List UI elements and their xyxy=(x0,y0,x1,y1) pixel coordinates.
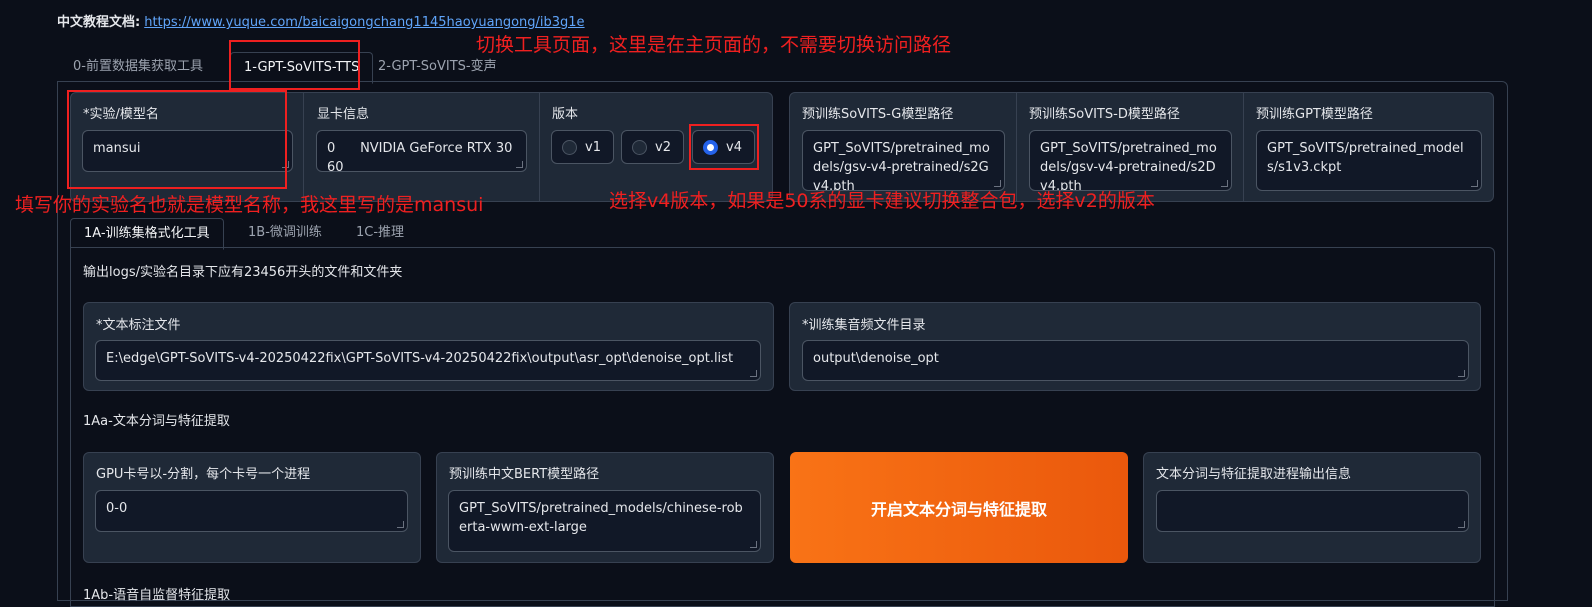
bert-path-label: 预训练中文BERT模型路径 xyxy=(449,467,600,482)
output-info-label: 文本分词与特征提取进程输出信息 xyxy=(1156,467,1352,482)
version-option-label: v2 xyxy=(655,139,671,155)
gpu-info-label: 显卡信息 xyxy=(317,107,370,122)
doc-line: 中文教程文档: https://www.yuque.com/baicaigongc… xyxy=(57,11,585,30)
version-label: 版本 xyxy=(552,107,579,122)
pretrained-d-label: 预训练SoVITS-D模型路径 xyxy=(1029,107,1180,122)
annotation-box-tab xyxy=(229,40,360,90)
annotation-box-exp-name xyxy=(67,90,287,189)
tab-finetune[interactable]: 1B-微调训练 xyxy=(235,218,335,248)
pretrained-g-input[interactable]: GPT_SoVITS/pretrained_models/gsv-v4-pret… xyxy=(802,130,1005,191)
pretrained-g-label: 预训练SoVITS-G模型路径 xyxy=(802,107,954,122)
annotation-exp-name: 填写你的实验名也就是模型名称，我这里写的是mansui xyxy=(15,194,484,216)
doc-label: 中文教程文档: xyxy=(57,15,141,30)
version-option-v2[interactable]: v2 xyxy=(621,130,684,164)
audio-dir-label: *训练集音频文件目录 xyxy=(802,318,926,333)
section-1aa-title: 1Aa-文本分词与特征提取 xyxy=(83,414,230,429)
annotation-version: 选择v4版本，如果是50系的显卡建议切换整合包，选择v2的版本 xyxy=(609,190,1155,212)
pretrained-gpt-input[interactable]: GPT_SoVITS/pretrained_models/s1v3.ckpt xyxy=(1256,130,1482,191)
bert-path-input[interactable]: GPT_SoVITS/pretrained_models/chinese-rob… xyxy=(448,490,761,552)
divider xyxy=(539,93,540,201)
sub-tab-bar: 1A-训练集格式化工具 1B-微调训练 1C-推理 xyxy=(70,218,470,250)
pretrained-gpt-label: 预训练GPT模型路径 xyxy=(1256,107,1373,122)
audio-dir-input[interactable]: output\denoise_opt xyxy=(802,340,1469,381)
gpu-ids-input[interactable]: 0-0 xyxy=(95,490,408,532)
divider xyxy=(303,93,304,201)
start-text-feature-extraction-button[interactable]: 开启文本分词与特征提取 xyxy=(790,452,1128,563)
output-info-field xyxy=(1156,490,1469,532)
pretrained-d-input[interactable]: GPT_SoVITS/pretrained_models/gsv-v4-pret… xyxy=(1029,130,1232,191)
text-label-file-input[interactable]: E:\edge\GPT-SoVITS-v4-20250422fix\GPT-So… xyxy=(95,340,761,381)
divider xyxy=(1016,93,1017,201)
output-hint: 输出logs/实验名目录下应有23456开头的文件和文件夹 xyxy=(83,265,403,280)
annotation-switch-tab: 切换工具页面，这里是在主页面的，不需要切换访问路径 xyxy=(476,34,952,56)
version-option-v1[interactable]: v1 xyxy=(551,130,614,164)
divider xyxy=(1243,93,1244,201)
text-label-file-label: *文本标注文件 xyxy=(96,318,181,333)
version-option-label: v1 xyxy=(585,139,601,155)
tab-dataset-tools[interactable]: 0-前置数据集获取工具 xyxy=(60,52,216,82)
section-1ab-title: 1Ab-语音自监督特征提取 xyxy=(83,588,231,603)
tab-format-tool[interactable]: 1A-训练集格式化工具 xyxy=(70,218,224,250)
gpu-info-field[interactable]: 0 NVIDIA GeForce RTX 3060 Laptop GPU xyxy=(316,130,527,172)
doc-link[interactable]: https://www.yuque.com/baicaigongchang114… xyxy=(144,15,584,30)
radio-icon xyxy=(632,139,647,155)
gpu-ids-label: GPU卡号以-分割，每个卡号一个进程 xyxy=(96,467,311,482)
tab-inference[interactable]: 1C-推理 xyxy=(343,218,417,248)
radio-icon xyxy=(562,139,577,155)
annotation-box-version xyxy=(689,124,759,170)
